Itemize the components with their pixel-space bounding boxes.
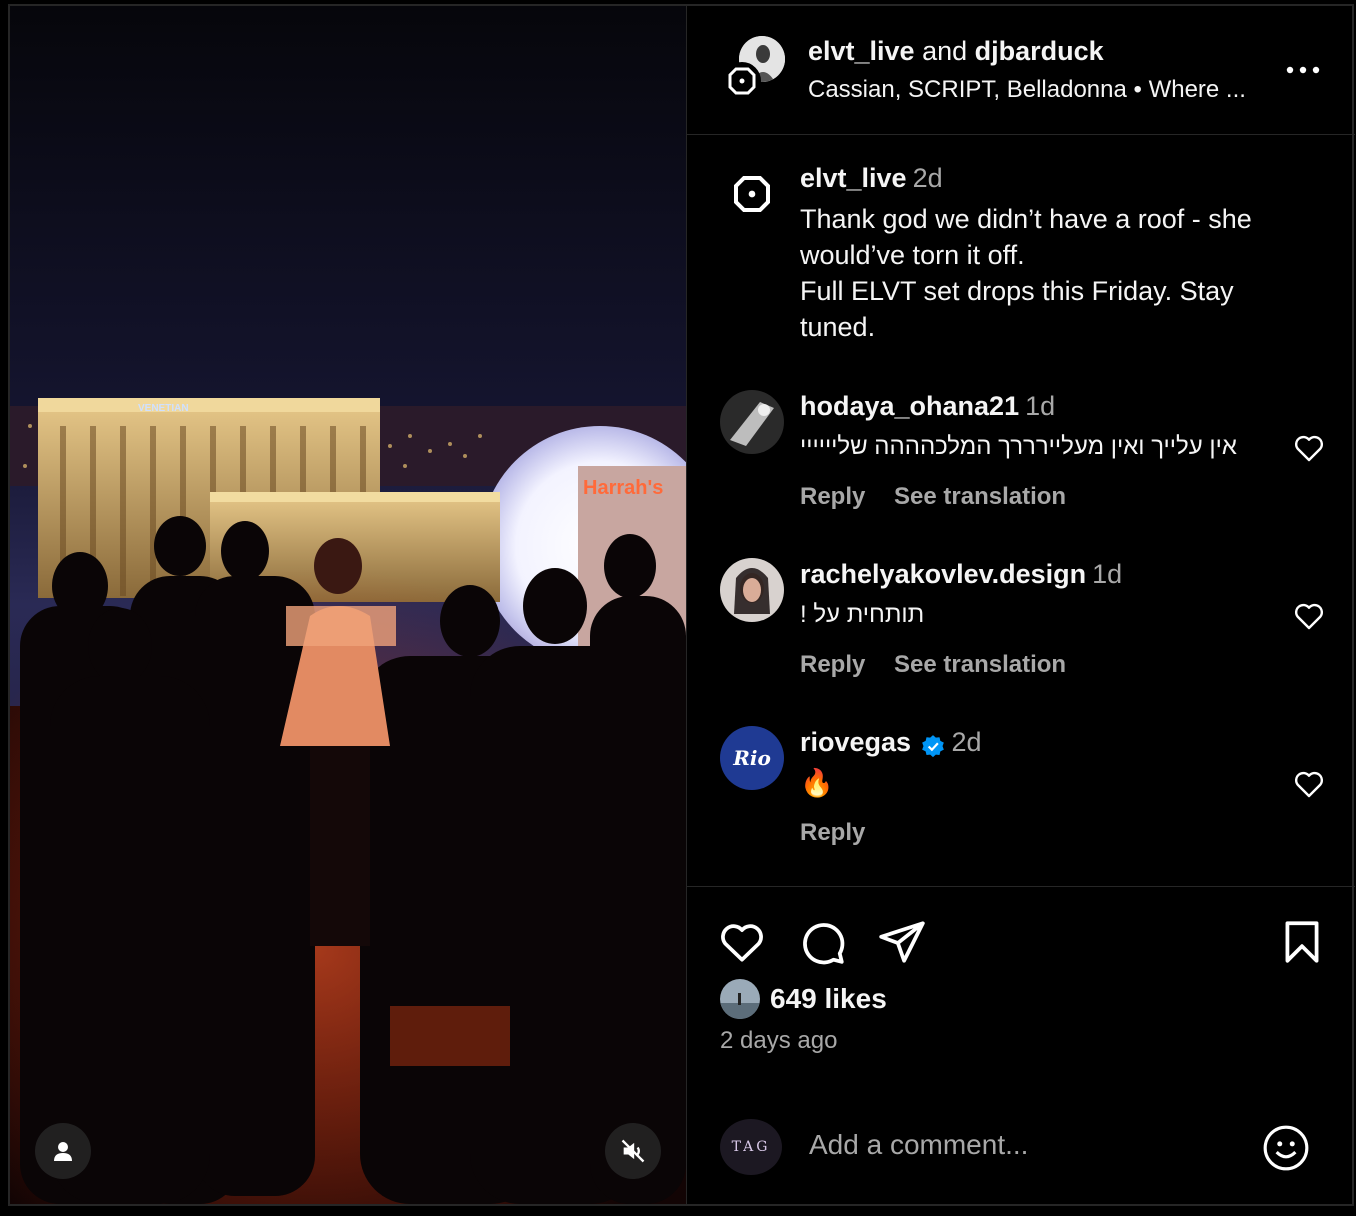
- harrahs-sign: Harrah's: [583, 477, 663, 499]
- emoji-smiley-icon[interactable]: [1261, 1123, 1311, 1173]
- caption-line-2: Full ELVT set drops this Friday. Stay tu…: [800, 276, 1234, 342]
- elvt-logo-icon: [728, 67, 756, 95]
- likes-row: 649 likes: [720, 979, 887, 1019]
- current-user-avatar: TAG: [720, 1119, 782, 1175]
- avatar-elvt-live[interactable]: [723, 62, 761, 100]
- reply-button[interactable]: Reply: [800, 651, 865, 678]
- caption-time[interactable]: 2d: [913, 163, 943, 193]
- more-horizontal-icon: [1286, 66, 1320, 74]
- caption-avatar[interactable]: [720, 162, 784, 226]
- rio-logo-text: Rio: [733, 746, 771, 770]
- like-heart-icon[interactable]: [717, 917, 767, 967]
- commenter-avatar[interactable]: [720, 558, 784, 622]
- tagged-users-button[interactable]: [35, 1123, 91, 1179]
- like-comment-heart-icon[interactable]: [1291, 598, 1327, 634]
- commenter-avatar[interactable]: Rio: [720, 726, 784, 790]
- venetian-sign: VENETIAN: [138, 403, 189, 414]
- collab-avatars[interactable]: [723, 36, 787, 100]
- post-timestamp[interactable]: 2 days ago: [720, 1027, 837, 1055]
- verified-badge-icon: [921, 734, 944, 757]
- caption-username[interactable]: elvt_live: [800, 163, 907, 193]
- tag-logo-text: TAG: [731, 1139, 771, 1155]
- see-translation-button[interactable]: See translation: [894, 483, 1066, 510]
- comment-username[interactable]: riovegas: [800, 727, 911, 757]
- mute-toggle-button[interactable]: [605, 1123, 661, 1179]
- reply-button[interactable]: Reply: [800, 819, 865, 846]
- share-paper-plane-icon[interactable]: [877, 917, 927, 967]
- audio-location-line[interactable]: Cassian, SCRIPT, Belladonna • Where ...: [808, 76, 1268, 104]
- post-authors: elvt_live and djbarduck: [808, 36, 1104, 67]
- post-header: elvt_live and djbarduck Cassian, SCRIPT,…: [687, 6, 1355, 135]
- comment-time[interactable]: 1d: [1092, 559, 1122, 589]
- add-comment-input[interactable]: [809, 1129, 1229, 1161]
- comment-bubble-icon[interactable]: [797, 917, 847, 967]
- comment-text: אין עלייך ואין מעליירררך המלכהההה שליייי…: [800, 433, 1237, 460]
- author-link-djbarduck[interactable]: djbarduck: [975, 36, 1104, 66]
- speaker-muted-icon: [621, 1139, 645, 1163]
- reply-button[interactable]: Reply: [800, 483, 865, 510]
- post-media[interactable]: VENETIAN Harrah's: [10, 6, 686, 1204]
- comment-time[interactable]: 2d: [952, 727, 982, 757]
- comment-username[interactable]: rachelyakovlev.design: [800, 559, 1086, 589]
- liker-avatar[interactable]: [720, 979, 760, 1019]
- authors-conjunction: and: [922, 36, 968, 66]
- likes-count[interactable]: 649 likes: [770, 983, 887, 1015]
- elvt-logo-icon: [734, 176, 770, 212]
- caption-line-1: Thank god we didn’t have a roof - she wo…: [800, 204, 1252, 270]
- user-icon: [54, 1142, 72, 1161]
- see-translation-button[interactable]: See translation: [894, 651, 1066, 678]
- comment-text: תותחית על !: [800, 601, 925, 628]
- like-comment-heart-icon[interactable]: [1291, 430, 1327, 466]
- post-video: VENETIAN Harrah's: [10, 6, 686, 1204]
- author-link-elvt[interactable]: elvt_live: [808, 36, 915, 66]
- like-comment-heart-icon[interactable]: [1291, 766, 1327, 802]
- post-side-panel: elvt_live and djbarduck Cassian, SCRIPT,…: [686, 6, 1355, 1204]
- commenter-avatar[interactable]: [720, 390, 784, 454]
- comment-time[interactable]: 1d: [1025, 391, 1055, 421]
- comment-username[interactable]: hodaya_ohana21: [800, 391, 1019, 421]
- comments-list[interactable]: elvt_live 2d Thank god we didn’t have a r…: [687, 136, 1355, 886]
- post-footer: 649 likes 2 days ago TAG: [687, 886, 1355, 1204]
- save-bookmark-icon[interactable]: [1277, 917, 1327, 967]
- add-comment-row: TAG: [687, 1115, 1355, 1179]
- more-options-button[interactable]: [1283, 56, 1323, 84]
- comment-text: 🔥: [800, 768, 834, 798]
